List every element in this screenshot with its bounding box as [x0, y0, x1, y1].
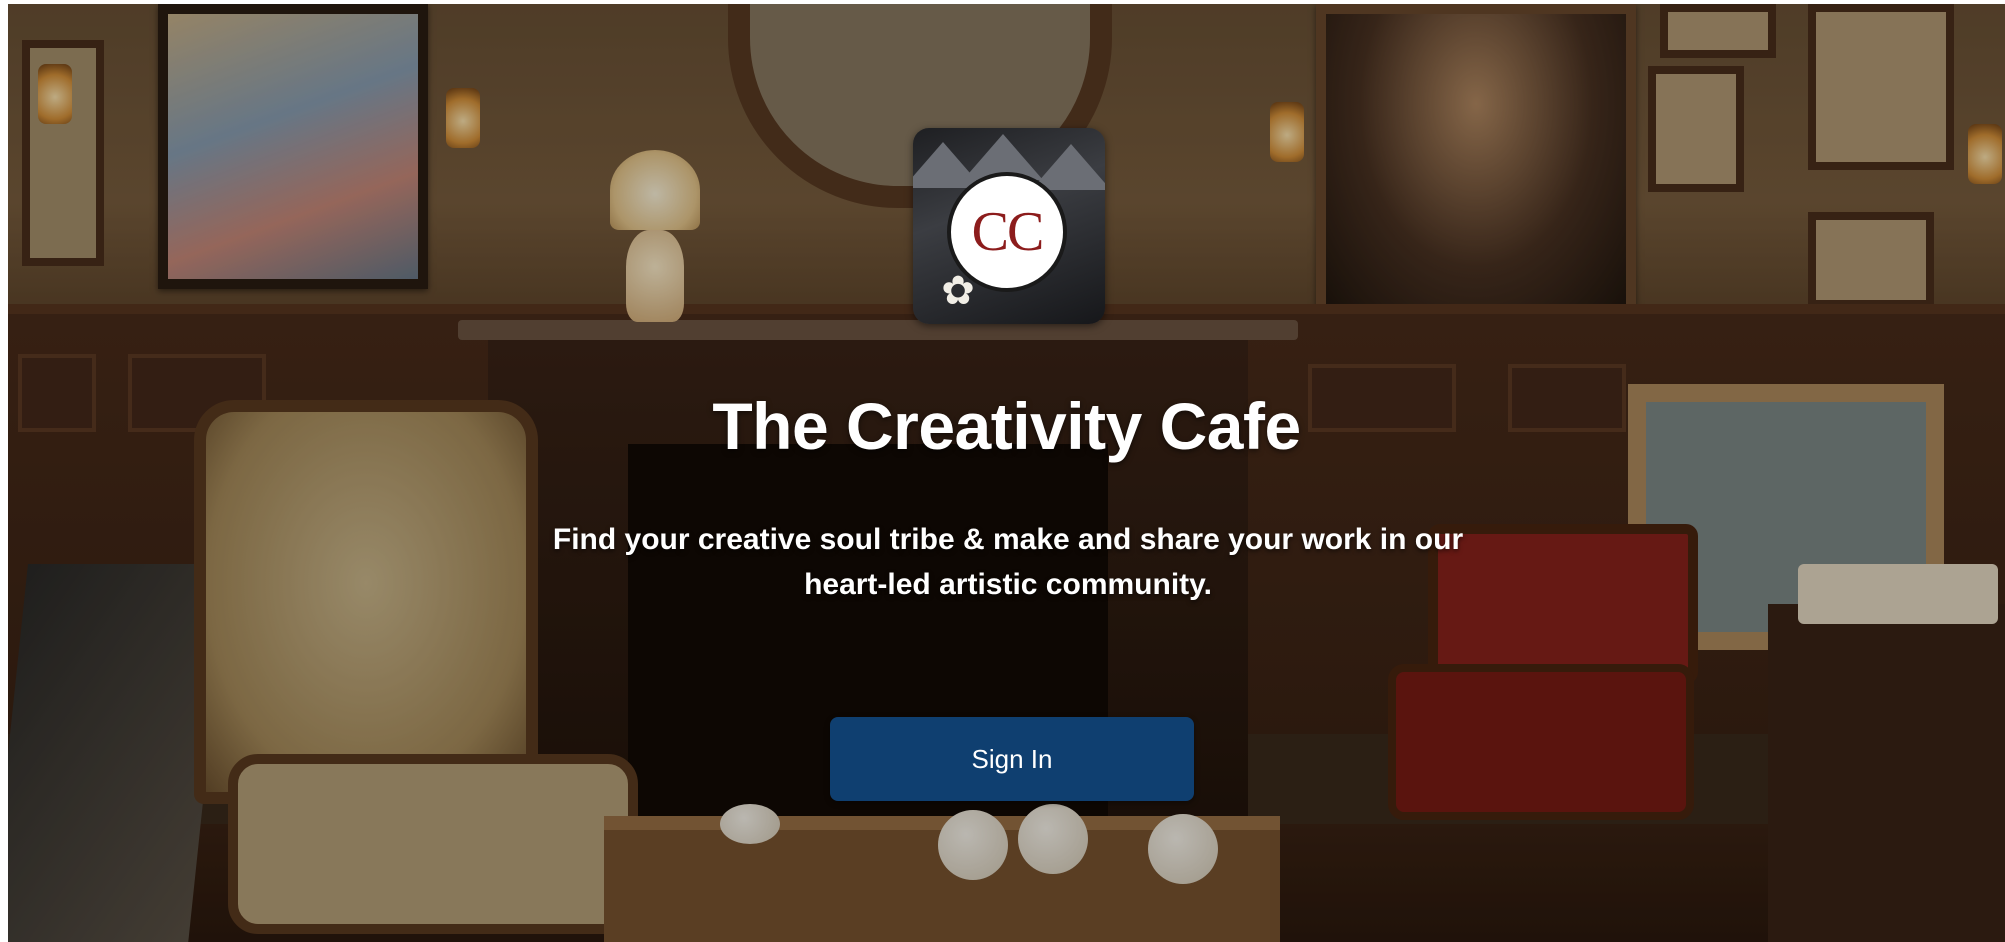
site-logo: CC ✿ — [913, 128, 1105, 324]
logo-text: CC — [971, 201, 1045, 263]
subtitle-line-2: heart-led artistic community. — [804, 568, 1212, 601]
flower-icon: ✿ — [941, 269, 975, 313]
app-window: CC ✿ The Creativity Cafe Find your creat… — [8, 4, 2005, 942]
sign-in-button[interactable]: Sign In — [830, 717, 1194, 801]
page-title: The Creativity Cafe — [712, 389, 1301, 463]
page-subtitle: Find your creative soul tribe & make and… — [508, 517, 1508, 607]
subtitle-line-1: Find your creative soul tribe & make and… — [552, 523, 1464, 556]
hero-section: CC ✿ The Creativity Cafe Find your creat… — [8, 4, 2005, 942]
